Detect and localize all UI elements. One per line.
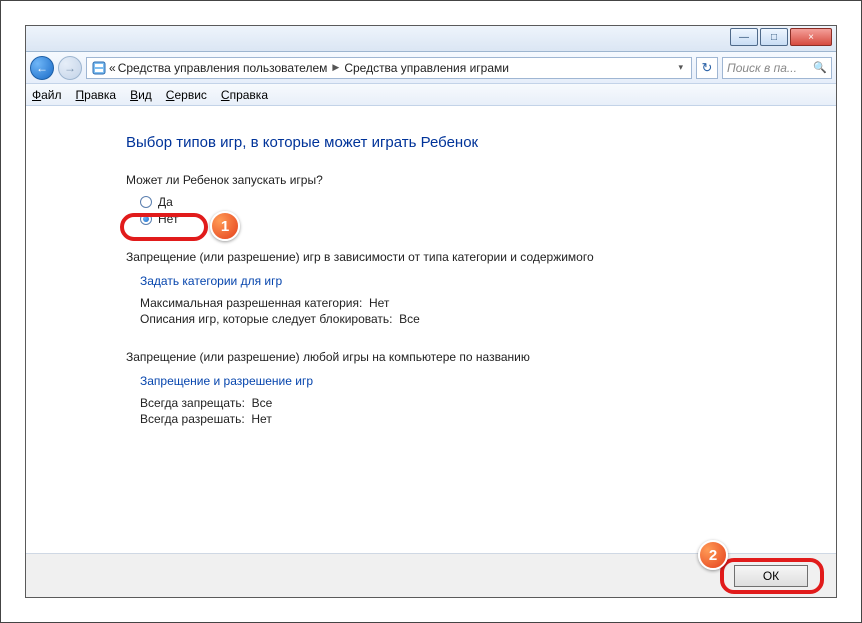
always-deny-label: Всегда запрещать: — [140, 396, 245, 410]
breadcrumb-prefix: « — [109, 61, 116, 75]
always-deny-value: Все — [252, 396, 273, 410]
close-button[interactable]: × — [790, 28, 832, 46]
breadcrumb[interactable]: « Средства управления пользователем ▶ Ср… — [86, 57, 692, 79]
menu-bar: Файл Правка Вид Сервис Справка — [26, 84, 836, 106]
footer-bar: 2 ОК — [26, 553, 836, 597]
always-allow-row: Всегда разрешать: Нет — [126, 412, 836, 426]
link-block-allow-games[interactable]: Запрещение и разрешение игр — [126, 374, 836, 388]
content-area: Выбор типов игр, в которые может играть … — [26, 106, 836, 553]
nav-forward-button[interactable]: → — [58, 56, 82, 80]
window-titlebar: — □ × — [26, 26, 836, 52]
desc-block-value: Все — [399, 312, 420, 326]
menu-edit[interactable]: Правка — [76, 88, 117, 102]
menu-help[interactable]: Справка — [221, 88, 268, 102]
radio-yes[interactable] — [140, 196, 152, 208]
section-by-name-title: Запрещение (или разрешение) любой игры н… — [126, 350, 836, 364]
always-deny-row: Всегда запрещать: Все — [126, 396, 836, 410]
radio-no[interactable] — [140, 213, 152, 225]
section-by-category-title: Запрещение (или разрешение) игр в зависи… — [126, 250, 836, 264]
ok-button[interactable]: ОК — [734, 565, 808, 587]
search-input[interactable]: Поиск в па... 🔍 — [722, 57, 832, 79]
max-category-row: Максимальная разрешенная категория: Нет — [126, 296, 836, 310]
breadcrumb-dropdown-icon[interactable]: ▾ — [674, 62, 687, 73]
nav-back-button[interactable]: ← — [30, 56, 54, 80]
desc-block-row: Описания игр, которые следует блокироват… — [126, 312, 836, 326]
desc-block-label: Описания игр, которые следует блокироват… — [140, 312, 393, 326]
minimize-button[interactable]: — — [730, 28, 758, 46]
menu-service[interactable]: Сервис — [166, 88, 207, 102]
breadcrumb-item-1[interactable]: Средства управления пользователем — [118, 61, 328, 75]
breadcrumb-separator-icon: ▶ — [329, 62, 342, 73]
menu-file[interactable]: Файл — [32, 88, 62, 102]
always-allow-label: Всегда разрешать: — [140, 412, 245, 426]
maximize-button[interactable]: □ — [760, 28, 788, 46]
control-panel-icon — [91, 60, 107, 76]
search-placeholder: Поиск в па... — [727, 61, 797, 75]
breadcrumb-item-2[interactable]: Средства управления играми — [344, 61, 509, 75]
menu-view[interactable]: Вид — [130, 88, 152, 102]
navigation-bar: ← → « Средства управления пользователем … — [26, 52, 836, 84]
radio-yes-label: Да — [158, 195, 173, 209]
search-icon: 🔍 — [813, 61, 827, 74]
question-can-play: Может ли Ребенок запускать игры? — [126, 173, 836, 187]
page-heading: Выбор типов игр, в которые может играть … — [126, 134, 836, 151]
max-category-value: Нет — [369, 296, 389, 310]
radio-group-can-play: Да Нет 1 — [126, 195, 836, 226]
max-category-label: Максимальная разрешенная категория: — [140, 296, 362, 310]
link-set-categories[interactable]: Задать категории для игр — [126, 274, 836, 288]
refresh-button[interactable]: ↻ — [696, 57, 718, 79]
always-allow-value: Нет — [251, 412, 271, 426]
radio-no-label: Нет — [158, 212, 178, 226]
